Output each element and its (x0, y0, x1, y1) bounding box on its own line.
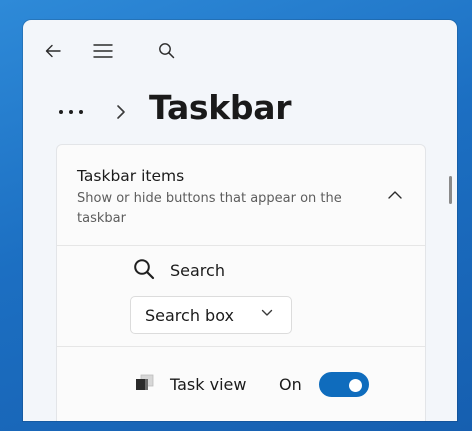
chevron-up-icon (388, 191, 402, 199)
chevron-right-icon (117, 105, 125, 119)
section-title: Taskbar items (77, 167, 185, 185)
search-icon (134, 259, 155, 280)
search-setting-label: Search (170, 261, 225, 280)
scrollbar-thumb[interactable] (449, 176, 452, 204)
collapse-button[interactable] (383, 183, 407, 207)
page-title: Taskbar (149, 88, 292, 127)
search-button[interactable] (149, 33, 183, 67)
chevron-down-icon (261, 309, 273, 316)
task-view-icon (136, 374, 154, 390)
search-icon (158, 42, 174, 58)
section-description: Show or hide buttons that appear on the … (77, 191, 342, 226)
toggle-knob (349, 379, 362, 392)
settings-window: Taskbar Taskbar items Show or hide butto… (23, 20, 457, 421)
hamburger-icon (93, 44, 113, 58)
navigation-menu-button[interactable] (86, 34, 120, 68)
search-mode-dropdown[interactable]: Search box (130, 296, 292, 334)
arrow-left-icon (45, 44, 61, 58)
breadcrumb: Taskbar (23, 88, 457, 144)
task-view-setting-row: Task view On (57, 347, 425, 421)
search-setting-row: Search Search box (57, 246, 425, 347)
dropdown-selected-value: Search box (145, 306, 234, 325)
task-view-label: Task view (170, 375, 247, 394)
task-view-toggle[interactable] (319, 372, 369, 397)
toggle-state-label: On (279, 375, 302, 394)
taskbar-items-header[interactable]: Taskbar items Show or hide buttons that … (57, 145, 425, 246)
taskbar-items-card: Taskbar items Show or hide buttons that … (56, 144, 426, 421)
back-button[interactable] (36, 34, 70, 68)
more-horizontal-icon[interactable] (59, 110, 83, 114)
